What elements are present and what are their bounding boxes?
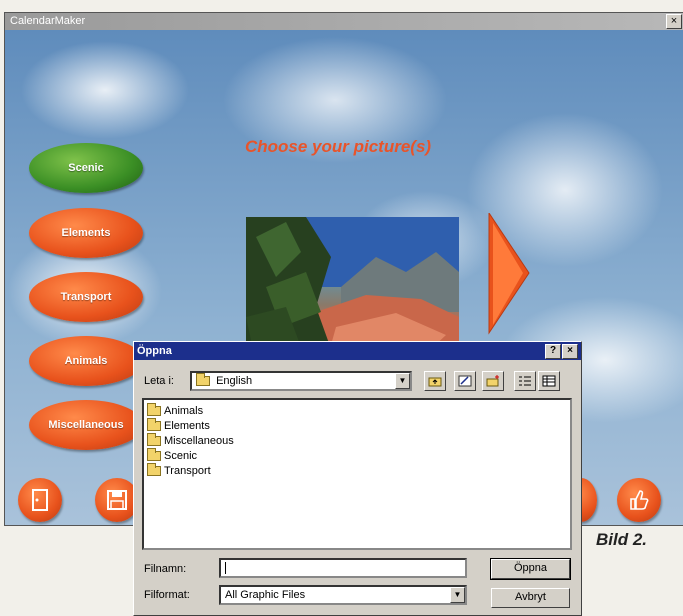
folder-icon <box>147 447 161 461</box>
category-button-scenic[interactable]: Scenic <box>29 143 143 193</box>
desktop-button[interactable] <box>454 371 476 391</box>
up-one-level-button[interactable] <box>424 371 446 391</box>
chevron-down-icon[interactable]: ▼ <box>395 373 410 389</box>
door-icon <box>32 489 48 511</box>
new-folder-icon <box>486 375 499 387</box>
list-item[interactable]: Transport <box>147 462 567 478</box>
filename-label: Filnamn: <box>144 563 187 575</box>
dialog-title: Öppna <box>137 345 172 357</box>
window-close-button[interactable]: × <box>666 14 682 29</box>
floppy-disk-icon <box>107 490 127 510</box>
list-item[interactable]: Scenic <box>147 447 567 463</box>
category-button-transport[interactable]: Transport <box>29 272 143 322</box>
list-item[interactable]: Elements <box>147 417 567 433</box>
look-in-label: Leta i: <box>144 375 174 387</box>
details-view-icon <box>542 375 556 387</box>
chevron-down-icon[interactable]: ▼ <box>450 587 465 603</box>
category-button-miscellaneous[interactable]: Miscellaneous <box>29 400 143 450</box>
new-folder-button[interactable] <box>482 371 504 391</box>
details-view-button[interactable] <box>538 371 560 391</box>
dialog-titlebar: Öppna ? × <box>134 342 581 360</box>
category-button-animals[interactable]: Animals <box>29 336 143 386</box>
filetype-label: Filformat: <box>144 589 190 601</box>
exit-button[interactable] <box>18 478 62 522</box>
thumbs-up-icon <box>630 490 649 510</box>
open-button[interactable]: Öppna <box>490 558 571 580</box>
look-in-value: English <box>216 375 253 387</box>
category-label: Transport <box>60 291 112 303</box>
page-heading: Choose your picture(s) <box>245 137 432 156</box>
folder-icon <box>147 417 161 431</box>
category-label: Elements <box>61 227 111 239</box>
figure-caption: Bild 2. <box>596 530 648 549</box>
open-file-dialog: Öppna ? × Leta i: English ▼ Animals Elem… <box>133 341 582 616</box>
category-label: Miscellaneous <box>48 419 124 431</box>
folder-icon <box>147 462 161 476</box>
list-view-icon <box>519 376 531 386</box>
filename-input[interactable] <box>219 558 467 578</box>
category-label: Scenic <box>68 162 104 174</box>
folder-up-icon <box>428 377 442 387</box>
window-titlebar: CalendarMaker × <box>5 13 683 30</box>
dialog-close-button[interactable]: × <box>562 344 578 359</box>
category-button-elements[interactable]: Elements <box>29 208 143 258</box>
category-label: Animals <box>64 355 108 367</box>
file-list[interactable]: Animals Elements Miscellaneous Scenic Tr… <box>142 398 572 550</box>
window-title: CalendarMaker <box>10 15 86 27</box>
thumbs-up-button[interactable] <box>617 478 661 522</box>
cancel-button[interactable]: Avbryt <box>491 588 570 608</box>
help-button[interactable]: ? <box>545 344 561 359</box>
desktop-icon <box>458 375 472 387</box>
list-view-button[interactable] <box>514 371 536 391</box>
folder-icon <box>147 432 161 446</box>
look-in-combobox[interactable]: English ▼ <box>190 371 412 391</box>
filetype-select[interactable]: All Graphic Files ▼ <box>219 585 467 605</box>
list-item[interactable]: Miscellaneous <box>147 432 567 448</box>
folder-icon <box>147 402 161 416</box>
folder-icon <box>196 373 210 387</box>
list-item[interactable]: Animals <box>147 402 567 418</box>
